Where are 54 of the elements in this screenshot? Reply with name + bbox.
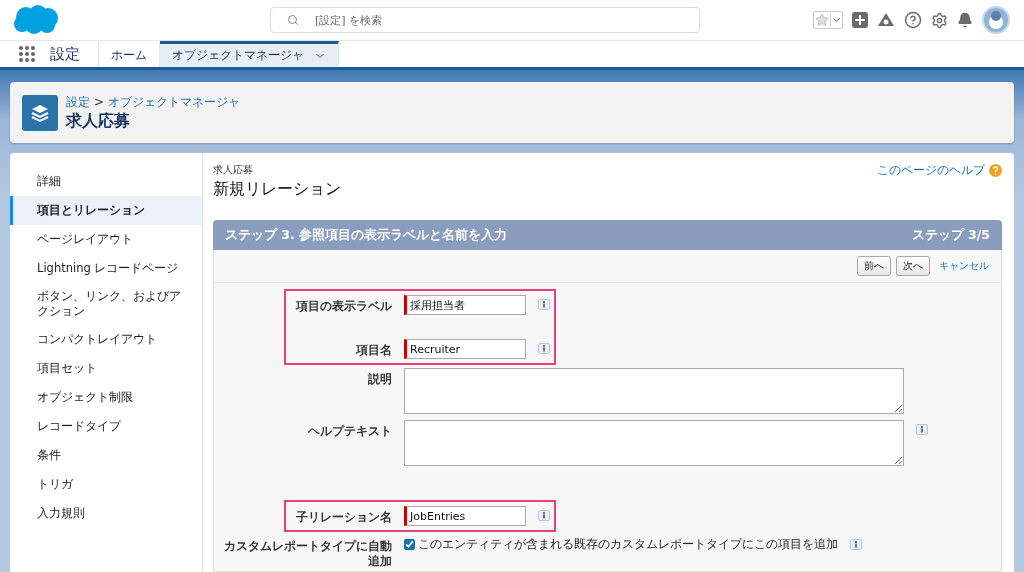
field-label: ヘルプテキスト bbox=[307, 423, 392, 439]
info-icon[interactable] bbox=[916, 424, 928, 435]
info-icon[interactable] bbox=[538, 510, 550, 521]
field-label: 項目名 bbox=[354, 342, 392, 358]
sidebar-item[interactable]: ページレイアウト bbox=[10, 225, 202, 254]
sidebar-item[interactable]: ボタン、リンク、およびアクション bbox=[10, 283, 202, 325]
page-title: 求人応募 bbox=[66, 110, 130, 130]
sidebar-item[interactable]: 項目とリレーション bbox=[10, 196, 202, 225]
field-label: 項目の表示ラベル bbox=[294, 298, 392, 314]
info-icon[interactable] bbox=[538, 299, 550, 310]
search-icon bbox=[287, 14, 299, 26]
breadcrumb-separator: > bbox=[94, 95, 105, 109]
caret-icon bbox=[830, 14, 842, 26]
nav-button[interactable]: 前へ bbox=[857, 256, 891, 276]
sidebar-item[interactable]: 条件 bbox=[10, 441, 202, 470]
sidebar-item[interactable]: 入力規則 bbox=[10, 499, 202, 528]
avatar-icon[interactable] bbox=[982, 6, 1010, 34]
step-count: ステップ 3/5 bbox=[911, 226, 990, 244]
sidebar-item[interactable]: 項目セット bbox=[10, 354, 202, 383]
sidebar-item[interactable]: トリガ bbox=[10, 470, 202, 499]
plus-icon[interactable] bbox=[852, 12, 868, 28]
layers-icon bbox=[22, 94, 58, 131]
checkbox-label: このエンティティが含まれる既存のカスタムレポートタイプにこの項目を追加 bbox=[418, 537, 838, 552]
nav-tab[interactable]: オブジェクトマネージャ bbox=[160, 41, 339, 67]
input-field[interactable]: 採用担当者 bbox=[404, 295, 526, 315]
star-icon bbox=[815, 13, 829, 27]
sidebar-item[interactable]: 詳細 bbox=[10, 167, 202, 196]
info-icon[interactable] bbox=[538, 343, 550, 354]
checkbox[interactable] bbox=[404, 539, 415, 550]
field-label: 子リレーション名 bbox=[295, 509, 392, 525]
object-name: 求人応募 bbox=[213, 163, 254, 177]
cancel-link[interactable]: キャンセル bbox=[939, 259, 989, 273]
field-label: 説明 bbox=[367, 371, 392, 387]
cloud-logo[interactable] bbox=[12, 4, 60, 36]
step-title: ステップ 3. 参照項目の表示ラベルと名前を入力 bbox=[225, 226, 508, 244]
sidebar-item[interactable]: Lightning レコードページ bbox=[10, 254, 202, 283]
nav-button[interactable]: 次へ bbox=[896, 256, 930, 276]
help-icon bbox=[989, 163, 1002, 177]
help-icon[interactable] bbox=[904, 11, 922, 29]
field-label: カスタムレポートタイプに自動追加 bbox=[223, 538, 392, 569]
input-field[interactable]: JobEntries bbox=[404, 506, 526, 526]
page-heading: 新規リレーション bbox=[213, 179, 341, 200]
breadcrumb-link[interactable]: オブジェクトマネージャ bbox=[108, 93, 241, 111]
sidebar-item[interactable]: オブジェクト制限 bbox=[10, 383, 202, 412]
app-launcher-icon[interactable] bbox=[18, 45, 36, 63]
help-link[interactable]: このページのヘルプ bbox=[877, 163, 1002, 177]
sidebar-item[interactable]: レコードタイプ bbox=[10, 412, 202, 441]
sidebar-item[interactable]: コンパクトレイアウト bbox=[10, 325, 202, 354]
input-field[interactable]: Recruiter bbox=[404, 339, 526, 359]
bell-icon[interactable] bbox=[957, 12, 973, 28]
settings-icon[interactable] bbox=[931, 11, 948, 29]
breadcrumb-link[interactable]: 設定 bbox=[66, 93, 90, 111]
search-field[interactable]: [設定] を検索 bbox=[270, 7, 700, 33]
info-icon[interactable] bbox=[850, 539, 862, 550]
